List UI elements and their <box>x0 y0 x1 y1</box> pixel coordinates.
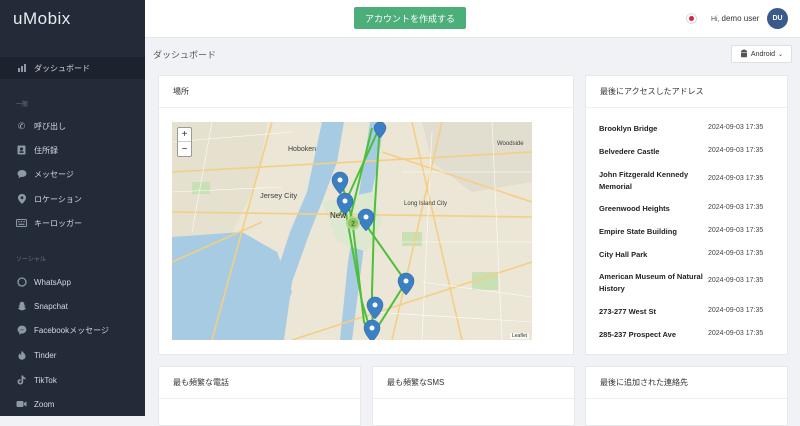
username: demo user <box>721 14 760 23</box>
address-name: Empire State Building <box>599 227 677 236</box>
page-title: ダッシュボード <box>153 50 217 60</box>
map-label: Jersey City <box>260 191 297 200</box>
address-time: 2024-09-03 17:35 <box>708 330 764 337</box>
map-canvas[interactable]: 2 Hoboken Jersey City New Woodside Long … <box>172 122 532 340</box>
address-name: American Museum of Natural History <box>599 272 703 293</box>
avatar[interactable]: DU <box>767 8 788 29</box>
android-icon <box>740 49 748 60</box>
address-time: 2024-09-03 17:35 <box>708 277 764 284</box>
address-time: 2024-09-03 17:35 <box>708 124 764 131</box>
address-time: 2024-09-03 17:35 <box>708 250 764 257</box>
message-icon <box>16 169 27 180</box>
greeting-text: Hi, <box>711 16 720 23</box>
card-divider <box>586 107 787 108</box>
sidebar-item-zoom[interactable]: Zoom <box>0 393 145 415</box>
frequent-sms-title: 最も頻繁なSMS <box>387 378 445 387</box>
frequent-calls-title: 最も頻繁な電話 <box>173 378 229 387</box>
section-label-general: 一般 <box>16 102 29 108</box>
address-name: 285-237 Prospect Ave <box>599 330 676 339</box>
address-time: 2024-09-03 17:35 <box>708 204 764 211</box>
address-name: City Hall Park <box>599 250 648 259</box>
location-card-title: 場所 <box>173 87 189 96</box>
tiktok-icon <box>16 375 27 386</box>
map-label: New <box>330 211 346 220</box>
japan-flag-icon[interactable] <box>686 13 697 24</box>
zoom-control: + − <box>177 127 192 157</box>
tinder-icon <box>16 350 27 361</box>
topbar: アカウントを作成する Hi, demo user DU <box>145 0 800 38</box>
map-attribution[interactable]: Leaflet <box>509 333 529 339</box>
card-divider <box>159 107 573 108</box>
address-name: Brooklyn Bridge <box>599 124 658 133</box>
app-logo[interactable]: uMobix <box>13 9 71 29</box>
location-map[interactable]: 2 Hoboken Jersey City New Woodside Long … <box>172 122 532 340</box>
frequent-calls-card: 最も頻繁な電話 <box>158 366 361 426</box>
address-name: 273-277 West St <box>599 307 656 316</box>
cluster-count[interactable]: 2 <box>351 221 355 228</box>
os-selector[interactable]: Android ⌄ <box>731 45 792 63</box>
sidebar-item-facebook-messenger[interactable]: Facebookメッセージ <box>0 319 145 341</box>
sidebar-item-location[interactable]: ロケーション <box>0 188 145 210</box>
user-greeting: Hi, demo user <box>711 14 759 23</box>
zoom-icon <box>16 399 27 410</box>
sidebar-item-snapchat[interactable]: Snapchat <box>0 295 145 317</box>
map-label: Woodside <box>497 141 524 147</box>
snapchat-icon <box>16 301 27 312</box>
phone-icon: ✆ <box>17 120 26 131</box>
location-icon <box>16 194 27 205</box>
zoom-out-button[interactable]: − <box>178 142 191 156</box>
sidebar-item-label: キーロッガー <box>34 218 82 228</box>
sidebar-item-messages[interactable]: メッセージ <box>0 163 145 185</box>
recent-addresses-title: 最後にアクセスしたアドレス <box>600 87 704 96</box>
zoom-in-button[interactable]: + <box>178 128 191 142</box>
card-divider <box>586 398 787 399</box>
chart-icon <box>16 63 27 74</box>
sidebar: uMobix ダッシュボード 一般 ✆ 呼び出し 住所録 メッセージ ロケーショ… <box>0 0 145 416</box>
whatsapp-icon <box>16 277 27 288</box>
sidebar-item-dashboard[interactable]: ダッシュボード <box>0 57 145 79</box>
frequent-sms-card: 最も頻繁なSMS <box>372 366 575 426</box>
sidebar-item-label: Tinder <box>34 350 57 360</box>
sidebar-item-keylogger[interactable]: キーロッガー <box>0 212 145 234</box>
map-label: Long Island City <box>404 201 447 207</box>
sidebar-item-label: Facebookメッセージ <box>34 325 109 335</box>
keyboard-icon <box>16 218 27 229</box>
sidebar-item-label: WhatsApp <box>34 277 71 287</box>
card-divider <box>159 398 360 399</box>
card-divider <box>373 398 574 399</box>
sidebar-item-label: TikTok <box>34 375 57 385</box>
sidebar-item-label: ロケーション <box>34 194 82 204</box>
map-label: Hoboken <box>288 146 316 153</box>
address-name: Belvedere Castle <box>599 147 660 156</box>
address-name: John Fitzgerald Kennedy Memorial <box>599 170 689 191</box>
sidebar-item-label: 呼び出し <box>34 121 66 131</box>
address-time: 2024-09-03 17:35 <box>708 147 764 154</box>
sidebar-item-tiktok[interactable]: TikTok <box>0 369 145 391</box>
os-label: Android <box>750 50 776 58</box>
address-time: 2024-09-03 17:35 <box>708 227 764 234</box>
recent-contacts-card: 最後に追加された連絡先 <box>585 366 788 426</box>
contacts-icon <box>16 145 27 156</box>
sidebar-item-label: 住所録 <box>34 145 58 155</box>
sidebar-item-tinder[interactable]: Tinder <box>0 344 145 366</box>
sidebar-item-contacts[interactable]: 住所録 <box>0 139 145 161</box>
address-name: Greenwood Heights <box>599 204 670 213</box>
sidebar-item-label: Snapchat <box>34 301 68 311</box>
sidebar-item-label: ダッシュボード <box>34 63 90 73</box>
create-account-button[interactable]: アカウントを作成する <box>354 7 466 29</box>
sidebar-item-whatsapp[interactable]: WhatsApp <box>0 271 145 293</box>
sidebar-item-calls[interactable]: ✆ 呼び出し <box>0 115 145 137</box>
sidebar-item-label: メッセージ <box>34 169 74 179</box>
messenger-icon <box>16 325 27 336</box>
address-time: 2024-09-03 17:35 <box>708 175 764 182</box>
sidebar-item-label: Zoom <box>34 399 55 409</box>
address-time: 2024-09-03 17:35 <box>708 307 764 314</box>
chevron-down-icon: ⌄ <box>778 51 784 58</box>
section-label-social: ソーシャル <box>16 257 46 263</box>
recent-contacts-title: 最後に追加された連絡先 <box>600 378 688 387</box>
